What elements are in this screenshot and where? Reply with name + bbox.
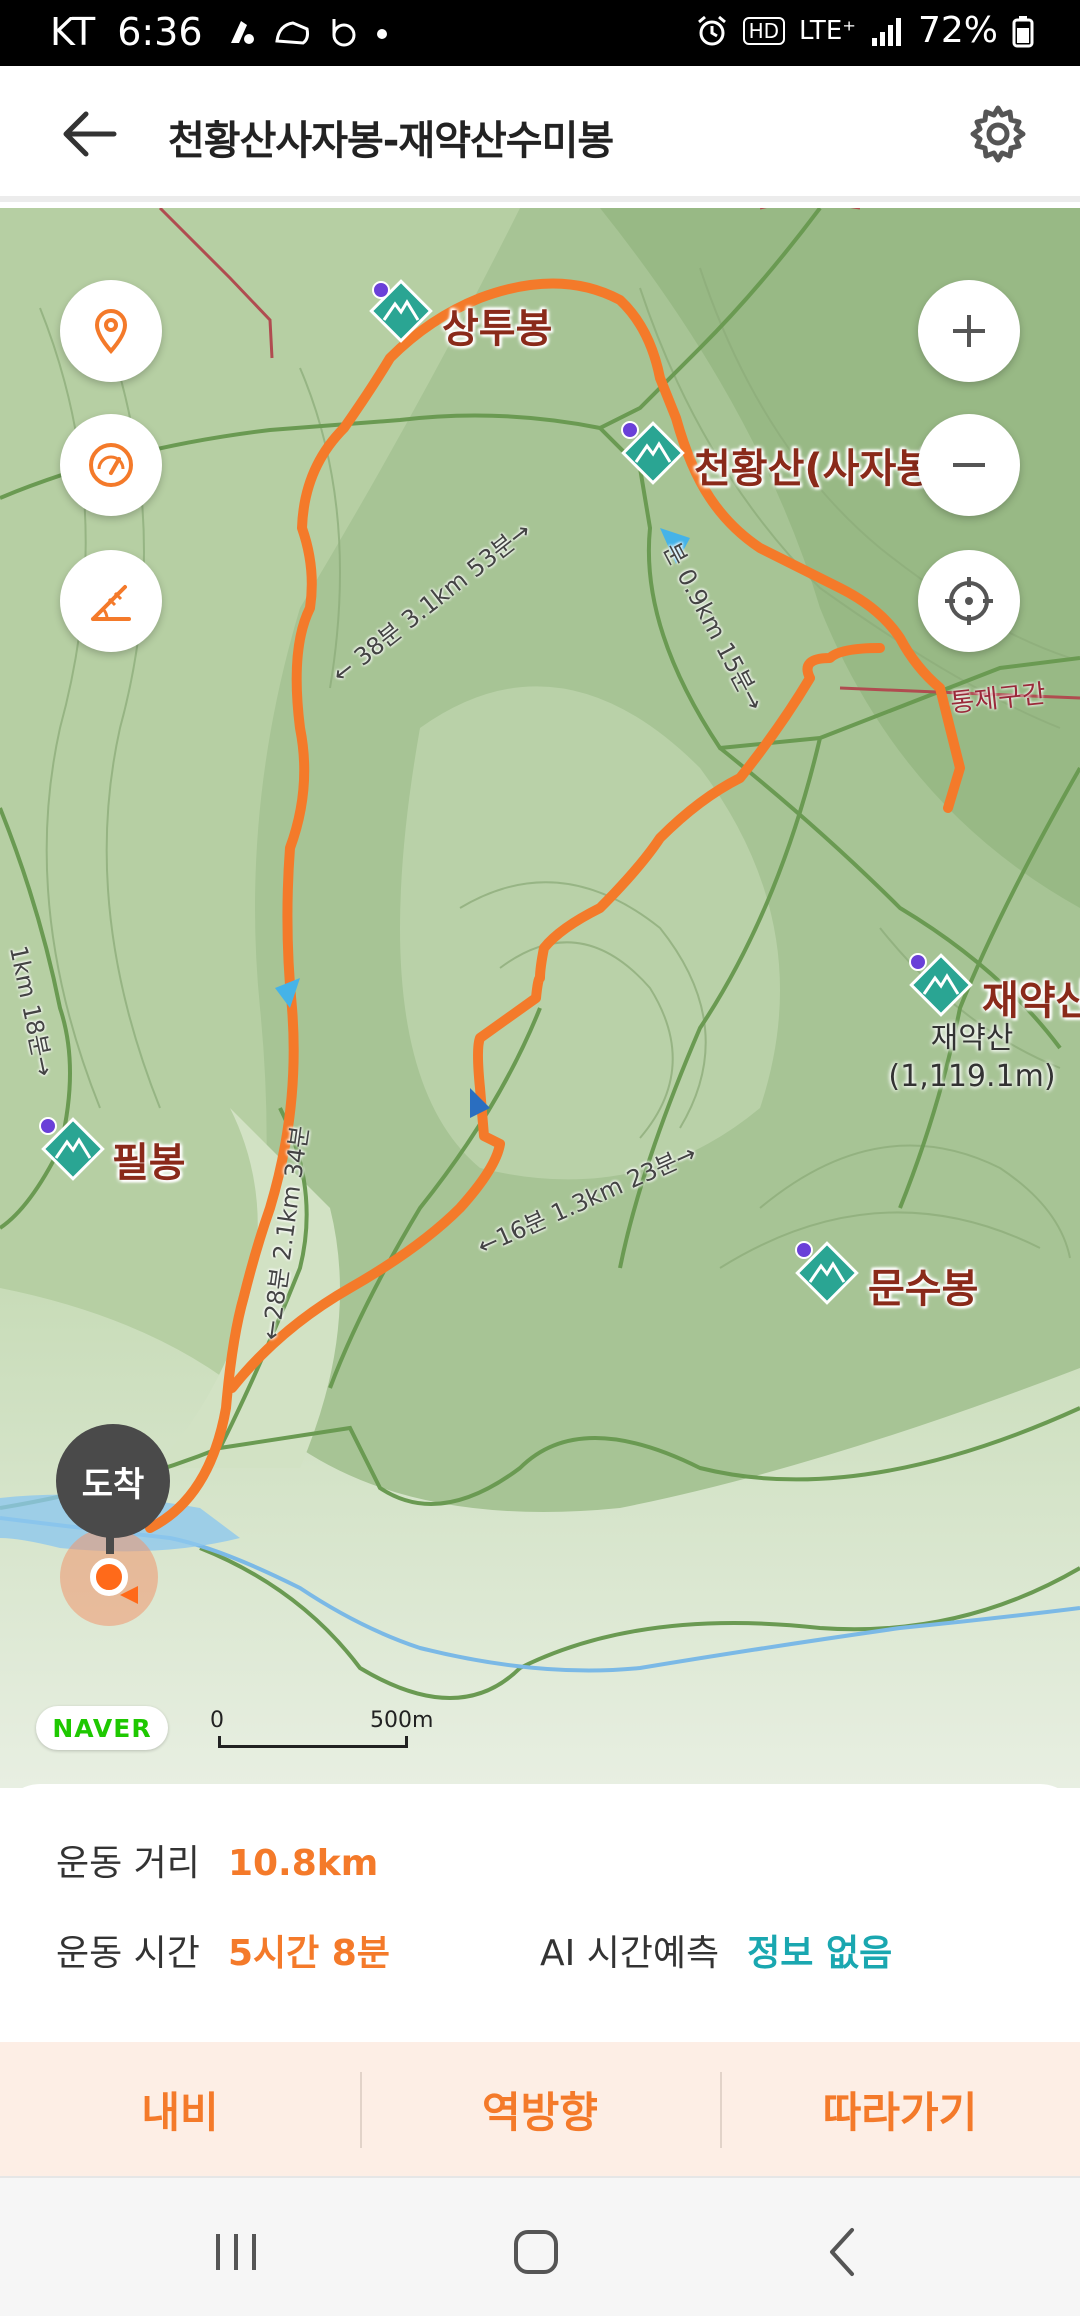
heading-arrow-icon — [120, 1586, 138, 1604]
arrow-left-icon — [63, 111, 117, 157]
clock: 6:36 — [117, 10, 203, 54]
zoom-out-button[interactable] — [918, 414, 1020, 516]
app-header: 천황산사자봉-재약산수미봉 — [0, 66, 1080, 202]
battery-icon — [1012, 15, 1034, 47]
ai-prediction-row: AI 시간예측 정보 없음 — [540, 1924, 892, 1976]
speed-gauge-button[interactable] — [60, 414, 162, 516]
notification-app-icon — [230, 21, 254, 44]
navi-button[interactable]: 내비 — [0, 2042, 360, 2176]
battery-percent: 72% — [917, 10, 998, 51]
peak-label-jaeyaksan[interactable]: 재약산 — [982, 968, 1080, 1026]
hiking-shoe-icon — [274, 21, 309, 45]
status-bar: KT 6:36 HD LTE⁺ 72% — [0, 0, 1080, 66]
back-icon[interactable] — [814, 2222, 874, 2282]
distance-row: 운동 거리 10.8km — [56, 1834, 378, 1886]
network-label: LTE⁺ — [799, 15, 856, 46]
slope-icon — [91, 585, 131, 621]
peak-icon-sangtubong[interactable] — [366, 276, 436, 346]
follow-button[interactable]: 따라가기 — [720, 2042, 1080, 2176]
home-icon[interactable] — [506, 2222, 566, 2282]
time-value: 5시간 8분 — [227, 1933, 390, 1974]
peak-icon-jaeyaksan[interactable] — [906, 950, 976, 1020]
reverse-button[interactable]: 역방향 — [360, 2042, 720, 2176]
current-location-button[interactable] — [918, 550, 1020, 652]
alarm-icon — [697, 15, 726, 45]
speed-gauge-icon — [89, 443, 133, 487]
scale-label: 500m — [370, 1708, 434, 1733]
hd-badge: HD — [742, 16, 786, 45]
peak-icon-cheonhwangsan[interactable] — [618, 418, 688, 488]
naver-logo: NAVER — [36, 1706, 168, 1750]
gear-icon — [970, 105, 1026, 163]
peak-sub-name: 재약산 — [930, 1021, 1014, 1056]
time-label: 운동 시간 — [56, 1933, 200, 1974]
dot-icon — [376, 29, 387, 39]
peak-label-sangtubong[interactable]: 상투봉 — [442, 296, 552, 354]
peak-label-munsubong[interactable]: 문수봉 — [868, 1256, 978, 1314]
zoom-in-icon — [953, 315, 985, 347]
location-pin-button[interactable] — [60, 280, 162, 382]
arrival-badge[interactable]: 도착 — [56, 1424, 170, 1538]
settings-button[interactable] — [966, 102, 1030, 166]
peak-label-pilbong[interactable]: 필봉 — [112, 1130, 186, 1188]
zoom-out-icon — [953, 463, 985, 467]
scale-bar — [218, 1736, 408, 1748]
distance-label: 운동 거리 — [56, 1843, 200, 1884]
location-pin-icon — [94, 309, 128, 355]
crosshair-icon — [945, 577, 993, 625]
distance-value: 10.8km — [227, 1843, 379, 1884]
time-row: 운동 시간 5시간 8분 — [56, 1924, 390, 1976]
slope-button[interactable] — [60, 550, 162, 652]
carrier-label: KT — [50, 10, 96, 54]
arrival-badge-pointer — [106, 1534, 114, 1554]
peak-label-cheonhwangsan[interactable]: 천황산(사자봉 — [694, 436, 933, 494]
b-app-icon — [332, 19, 356, 47]
recent-apps-icon[interactable] — [206, 2222, 266, 2282]
action-bar: 내비 역방향 따라가기 — [0, 2042, 1080, 2176]
page-title: 천황산사자봉-재약산수미봉 — [168, 118, 614, 164]
back-button[interactable] — [58, 106, 122, 162]
route-info-panel: 운동 거리 10.8km 운동 시간 5시간 8분 AI 시간예측 정보 없음 — [0, 1784, 1080, 2042]
ai-prediction-value: 정보 없음 — [747, 1933, 893, 1974]
map-view[interactable]: 상투봉 천황산(사자봉 통제구간 재약산 재약산 (1,119.1m) 문수봉 … — [0, 208, 1080, 1788]
signal-icon — [871, 17, 901, 46]
zoom-in-button[interactable] — [918, 280, 1020, 382]
peak-icon-pilbong[interactable] — [38, 1114, 108, 1184]
scale-zero: 0 — [210, 1708, 224, 1733]
system-nav-bar — [0, 2176, 1080, 2316]
peak-sub-elevation: (1,119.1m) — [888, 1059, 1056, 1094]
ai-prediction-label: AI 시간예측 — [540, 1933, 720, 1974]
peak-icon-munsubong[interactable] — [792, 1238, 862, 1308]
peak-sub-jaeyaksan: 재약산 (1,119.1m) — [872, 1020, 1072, 1096]
